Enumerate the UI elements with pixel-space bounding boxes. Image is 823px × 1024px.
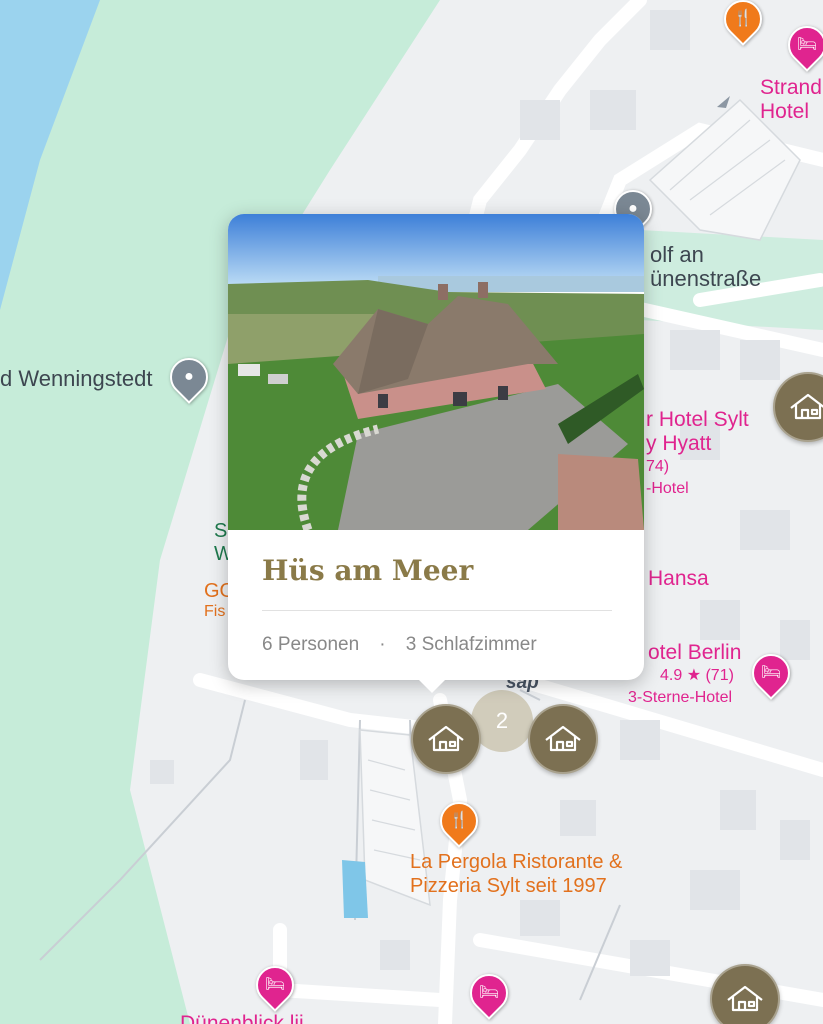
hotel-label-hyatt-line1[interactable]: r Hotel Sylt <box>646 408 749 432</box>
listing-popup-card[interactable]: Hüs am Meer 6 Personen · 3 Schlafzimmer <box>228 214 644 693</box>
green-label-line1: S <box>214 520 228 542</box>
hotel-type-berlin: 3-Sterne-Hotel <box>628 689 733 706</box>
holiday-home-marker[interactable] <box>528 704 598 774</box>
house-icon <box>790 393 823 420</box>
restaurant-label-pergola-line1[interactable]: La Pergola Ristorante & <box>410 851 622 874</box>
bedrooms-count: 3 Schlafzimmer <box>405 634 537 655</box>
bed-icon: 🛏 <box>478 984 500 1001</box>
fork-knife-icon: 🍴 <box>733 9 753 27</box>
place-label-golf-line1[interactable]: olf an <box>650 242 704 267</box>
cluster-count: 2 <box>495 708 509 733</box>
bed-icon: 🛏 <box>760 664 782 681</box>
bed-icon: 🛏 <box>264 976 286 993</box>
meta-separator: · <box>379 634 386 655</box>
restaurant-label-pergola-line2[interactable]: Pizzeria Sylt seit 1997 <box>410 875 607 898</box>
listing-meta: 6 Personen · 3 Schlafzimmer <box>262 634 537 656</box>
hotel-label-duenenblick[interactable]: Dünenblick lii <box>180 1012 304 1024</box>
holiday-home-marker-selected[interactable] <box>411 704 481 774</box>
hotel-rating-berlin: 4.9 ★ (71) <box>660 667 734 684</box>
hotel-type-hyatt: -Hotel <box>646 480 689 497</box>
bed-icon: 🛏 <box>796 36 818 53</box>
listing-title[interactable]: Hüs am Meer <box>262 554 473 587</box>
hotel-rating-hyatt: 74) <box>646 458 670 475</box>
hotel-label-strand-line1[interactable]: Strand <box>760 76 822 100</box>
listing-photo[interactable] <box>228 214 644 530</box>
listing-photo-image <box>228 214 644 530</box>
house-icon <box>428 725 464 752</box>
popup-pointer <box>418 679 446 693</box>
hotel-label-hansa[interactable]: Hansa <box>648 567 709 591</box>
house-icon <box>545 725 581 752</box>
hotel-label-strand-line2[interactable]: Hotel <box>760 100 809 124</box>
hotel-label-hyatt-line2[interactable]: y Hyatt <box>646 432 711 456</box>
persons-count: 6 Personen <box>262 634 360 655</box>
restaurant-label-go-line2[interactable]: Fis <box>204 603 225 621</box>
divider <box>262 610 612 611</box>
location-pin-icon: ● <box>184 368 194 385</box>
hotel-label-berlin[interactable]: otel Berlin <box>648 641 741 665</box>
place-label-wenningstedt[interactable]: d Wenningstedt <box>0 366 152 391</box>
fork-knife-icon: 🍴 <box>449 812 469 829</box>
place-label-golf-line2[interactable]: ünenstraße <box>650 266 761 291</box>
house-icon <box>727 985 763 1012</box>
